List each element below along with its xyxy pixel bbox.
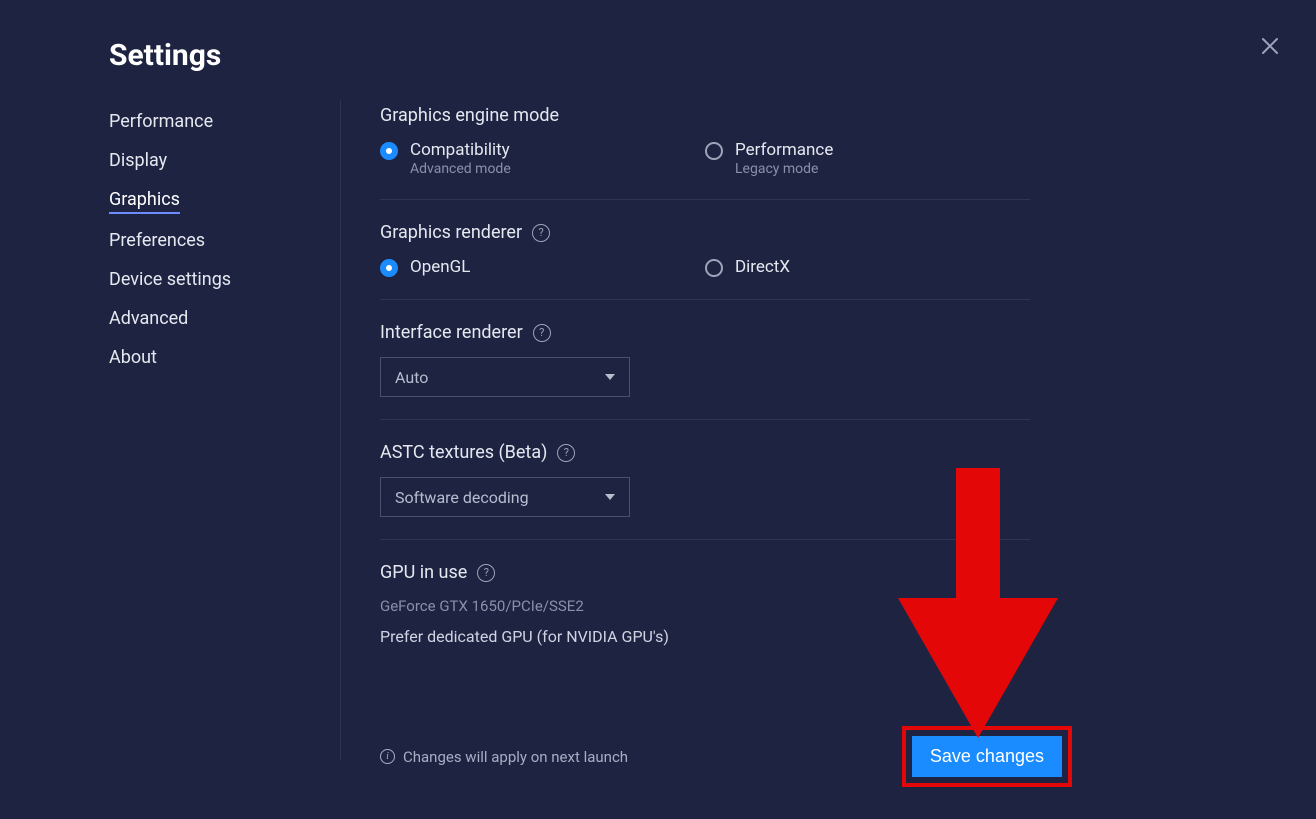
sidebar-item-display[interactable]: Display — [109, 150, 329, 173]
radio-icon — [380, 142, 398, 160]
sidebar-item-device-settings[interactable]: Device settings — [109, 269, 329, 292]
divider-vertical — [340, 100, 341, 760]
close-button[interactable] — [1258, 34, 1282, 58]
sidebar-item-performance[interactable]: Performance — [109, 111, 329, 134]
select-value: Software decoding — [395, 488, 529, 507]
radio-icon — [380, 259, 398, 277]
help-icon[interactable]: ? — [533, 324, 551, 342]
close-icon — [1258, 34, 1282, 58]
section-graphics-renderer: Graphics renderer ? OpenGL DirectX — [380, 222, 1030, 300]
section-astc-textures: ASTC textures (Beta) ? Software decoding — [380, 442, 1030, 540]
section-interface-renderer: Interface renderer ? Auto — [380, 322, 1030, 420]
footer: i Changes will apply on next launch Save… — [380, 726, 1072, 787]
settings-content: Graphics engine mode Compatibility Advan… — [380, 105, 1030, 690]
astc-textures-select[interactable]: Software decoding — [380, 477, 630, 517]
sidebar-item-about[interactable]: About — [109, 347, 329, 370]
gpu-note: Prefer dedicated GPU (for NVIDIA GPU's) — [380, 627, 1030, 646]
interface-renderer-select[interactable]: Auto — [380, 357, 630, 397]
chevron-down-icon — [605, 494, 615, 500]
section-title: GPU in use — [380, 562, 467, 583]
radio-option-opengl[interactable]: OpenGL — [380, 257, 705, 277]
help-icon[interactable]: ? — [532, 224, 550, 242]
section-title: Interface renderer — [380, 322, 523, 343]
radio-sublabel: Legacy mode — [735, 161, 833, 177]
footer-notice-text: Changes will apply on next launch — [403, 748, 628, 766]
section-title: Graphics engine mode — [380, 105, 559, 126]
radio-option-performance[interactable]: Performance Legacy mode — [705, 140, 1030, 177]
save-changes-button[interactable]: Save changes — [912, 736, 1062, 777]
settings-sidebar: Performance Display Graphics Preferences… — [109, 111, 329, 370]
select-value: Auto — [395, 368, 428, 387]
section-title: Graphics renderer — [380, 222, 522, 243]
footer-notice: i Changes will apply on next launch — [380, 748, 628, 766]
radio-label: Compatibility — [410, 140, 511, 160]
section-gpu-in-use: GPU in use ? GeForce GTX 1650/PCIe/SSE2 … — [380, 562, 1030, 668]
sidebar-item-advanced[interactable]: Advanced — [109, 308, 329, 331]
gpu-value: GeForce GTX 1650/PCIe/SSE2 — [380, 597, 1030, 615]
annotation-highlight-box: Save changes — [902, 726, 1072, 787]
page-title: Settings — [109, 38, 221, 73]
radio-sublabel: Advanced mode — [410, 161, 511, 177]
sidebar-item-preferences[interactable]: Preferences — [109, 230, 329, 253]
help-icon[interactable]: ? — [557, 444, 575, 462]
radio-label: OpenGL — [410, 257, 470, 277]
radio-option-compatibility[interactable]: Compatibility Advanced mode — [380, 140, 705, 177]
radio-label: DirectX — [735, 257, 790, 277]
section-graphics-engine-mode: Graphics engine mode Compatibility Advan… — [380, 105, 1030, 200]
sidebar-item-graphics[interactable]: Graphics — [109, 189, 180, 214]
radio-option-directx[interactable]: DirectX — [705, 257, 1030, 277]
info-icon: i — [380, 749, 395, 764]
radio-label: Performance — [735, 140, 833, 160]
radio-icon — [705, 259, 723, 277]
help-icon[interactable]: ? — [477, 564, 495, 582]
chevron-down-icon — [605, 374, 615, 380]
section-title: ASTC textures (Beta) — [380, 442, 547, 463]
radio-icon — [705, 142, 723, 160]
